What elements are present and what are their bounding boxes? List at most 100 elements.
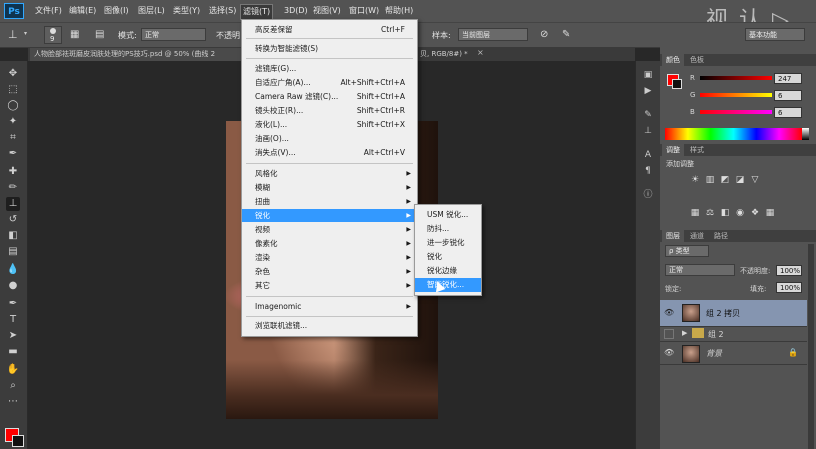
layer-row-selected[interactable]: 👁 组 2 拷贝: [660, 300, 807, 327]
filter-menu-item[interactable]: 像素化 ▶: [242, 237, 417, 250]
tab-swatches[interactable]: 色板: [686, 54, 708, 66]
menu-filter[interactable]: 滤镜(T): [240, 4, 274, 20]
info-icon[interactable]: ⓘ: [642, 189, 654, 201]
r-value[interactable]: 247: [774, 73, 802, 84]
menu-help[interactable]: 帮助(H): [383, 4, 415, 18]
b-value[interactable]: 6: [774, 107, 802, 118]
history-brush-tool-icon[interactable]: ↺: [6, 213, 20, 227]
filter-menu-item[interactable]: 浏览联机滤镜...: [242, 319, 417, 332]
move-tool-icon[interactable]: ✥: [6, 67, 20, 81]
lasso-tool-icon[interactable]: ◯: [6, 99, 20, 113]
panel-background-swatch[interactable]: [672, 79, 682, 89]
paragraph-icon[interactable]: ¶: [642, 165, 654, 177]
hue-saturation-icon[interactable]: ▦: [690, 208, 700, 218]
group-expand-icon[interactable]: ▶: [682, 329, 687, 337]
chevron-down-icon[interactable]: ▾: [24, 30, 27, 37]
pen-tool-icon[interactable]: ✒: [6, 297, 20, 311]
filter-menu-item[interactable]: 视频 ▶: [242, 223, 417, 236]
filter-menu-item[interactable]: 消失点(V)... Alt+Ctrl+V: [242, 146, 417, 159]
brightness-icon[interactable]: ☀: [690, 175, 700, 185]
color-spectrum[interactable]: [665, 128, 802, 140]
levels-icon[interactable]: ▥: [705, 175, 715, 185]
submenu-item-smart-sharpen[interactable]: 智能锐化...: [415, 278, 481, 292]
filter-menu-item[interactable]: 杂色 ▶: [242, 265, 417, 278]
gradient-tool-icon[interactable]: ▤: [6, 245, 20, 259]
background-color-swatch[interactable]: [12, 435, 24, 447]
brush-panel-icon[interactable]: ▤: [95, 28, 108, 41]
menu-view[interactable]: 视图(V): [311, 4, 343, 18]
tab-styles[interactable]: 样式: [686, 144, 708, 156]
menu-layer[interactable]: 图层(L): [136, 4, 167, 18]
tab-layers[interactable]: 图层: [662, 230, 684, 242]
filter-menu-item[interactable]: 其它 ▶: [242, 279, 417, 292]
fill-value[interactable]: 100%: [776, 282, 802, 293]
filter-menu-item[interactable]: Camera Raw 滤镜(C)... Shift+Ctrl+A: [242, 90, 417, 103]
b-slider[interactable]: [700, 110, 772, 114]
eraser-tool-icon[interactable]: ◧: [6, 229, 20, 243]
submenu-item-sharpen-more[interactable]: 进一步锐化: [415, 236, 481, 250]
filter-menu-item[interactable]: 模糊 ▶: [242, 181, 417, 194]
filter-menu-item[interactable]: 风格化 ▶: [242, 167, 417, 180]
brush-presets-icon[interactable]: ✎: [642, 109, 654, 121]
filter-menu-item[interactable]: 扭曲 ▶: [242, 195, 417, 208]
color-balance-icon[interactable]: ⚖: [705, 208, 715, 218]
mode-select[interactable]: 正常: [141, 28, 206, 41]
layer-row[interactable]: 👁 背景 🔒: [660, 342, 807, 365]
tab-color[interactable]: 颜色: [662, 54, 684, 66]
g-value[interactable]: 6: [774, 90, 802, 101]
marquee-tool-icon[interactable]: ⬚: [6, 83, 20, 97]
workspace-select[interactable]: 基本功能: [745, 28, 805, 41]
tab-adjustments[interactable]: 调整: [662, 144, 684, 156]
filter-menu-item[interactable]: 自适应广角(A)... Alt+Shift+Ctrl+A: [242, 76, 417, 89]
stamp-tool-icon[interactable]: ⊥: [8, 28, 22, 42]
filter-menu-item[interactable]: Imagenomic ▶: [242, 300, 417, 313]
menu-image[interactable]: 图像(I): [102, 4, 131, 18]
visibility-eye-icon[interactable]: 👁: [664, 308, 674, 317]
channel-mixer-icon[interactable]: ❖: [750, 208, 760, 218]
filter-menu-item[interactable]: 转换为智能滤镜(S): [242, 42, 417, 55]
filter-menu-item[interactable]: 液化(L)... Shift+Ctrl+X: [242, 118, 417, 131]
shape-tool-icon[interactable]: ▬: [6, 345, 20, 359]
layers-scrollbar[interactable]: [808, 244, 814, 449]
brush-preset-picker[interactable]: 9: [44, 26, 62, 44]
filter-menu-item[interactable]: 渲染 ▶: [242, 251, 417, 264]
healing-brush-tool-icon[interactable]: ✚: [6, 165, 20, 179]
filter-menu-item-sharpen[interactable]: 锐化 ▶: [242, 209, 417, 222]
character-icon[interactable]: A: [642, 149, 654, 161]
submenu-item-shake-reduction[interactable]: 防抖...: [415, 222, 481, 236]
submenu-item-sharpen-edges[interactable]: 锐化边缘: [415, 264, 481, 278]
clone-source-icon[interactable]: ⊥: [642, 125, 654, 137]
zoom-tool-icon[interactable]: ⌕: [6, 379, 20, 393]
color-lookup-icon[interactable]: ▦: [765, 208, 775, 218]
type-tool-icon[interactable]: T: [6, 313, 20, 327]
menu-select[interactable]: 选择(S): [207, 4, 238, 18]
filter-menu-item[interactable]: 滤镜库(G)...: [242, 62, 417, 75]
blend-mode-select[interactable]: 正常: [665, 264, 735, 276]
edit-toolbar-icon[interactable]: ⋯: [6, 395, 20, 409]
history-icon[interactable]: ▣: [642, 69, 654, 81]
crop-tool-icon[interactable]: ⌗: [6, 131, 20, 145]
curves-icon[interactable]: ◩: [720, 175, 730, 185]
exposure-icon[interactable]: ◪: [735, 175, 745, 185]
r-slider[interactable]: [700, 76, 772, 80]
menu-3d[interactable]: 3D(D): [282, 4, 310, 18]
ignore-adjustment-icon[interactable]: ⊘: [540, 28, 553, 41]
brush-tool-icon[interactable]: ✏: [6, 181, 20, 195]
visibility-eye-icon[interactable]: 👁: [664, 348, 674, 357]
properties-icon[interactable]: ▶: [642, 85, 654, 97]
menu-type[interactable]: 类型(Y): [171, 4, 202, 18]
dodge-tool-icon[interactable]: ●: [6, 279, 20, 293]
filter-menu-item[interactable]: 高反差保留 Ctrl+F: [242, 23, 417, 36]
submenu-item-usm[interactable]: USM 锐化...: [415, 208, 481, 222]
tab-channels[interactable]: 通道: [686, 230, 708, 242]
close-tab-icon[interactable]: ×: [477, 48, 484, 57]
submenu-item-sharpen[interactable]: 锐化: [415, 250, 481, 264]
vibrance-icon[interactable]: ▽: [750, 175, 760, 185]
path-selection-tool-icon[interactable]: ➤: [6, 329, 20, 343]
visibility-toggle[interactable]: [664, 329, 674, 339]
black-white-icon[interactable]: ◧: [720, 208, 730, 218]
pressure-icon[interactable]: ✎: [562, 28, 575, 41]
clone-stamp-tool-icon[interactable]: ⊥: [6, 197, 20, 211]
opacity-value[interactable]: 100%: [776, 265, 802, 276]
filter-menu-item[interactable]: 油画(O)...: [242, 132, 417, 145]
